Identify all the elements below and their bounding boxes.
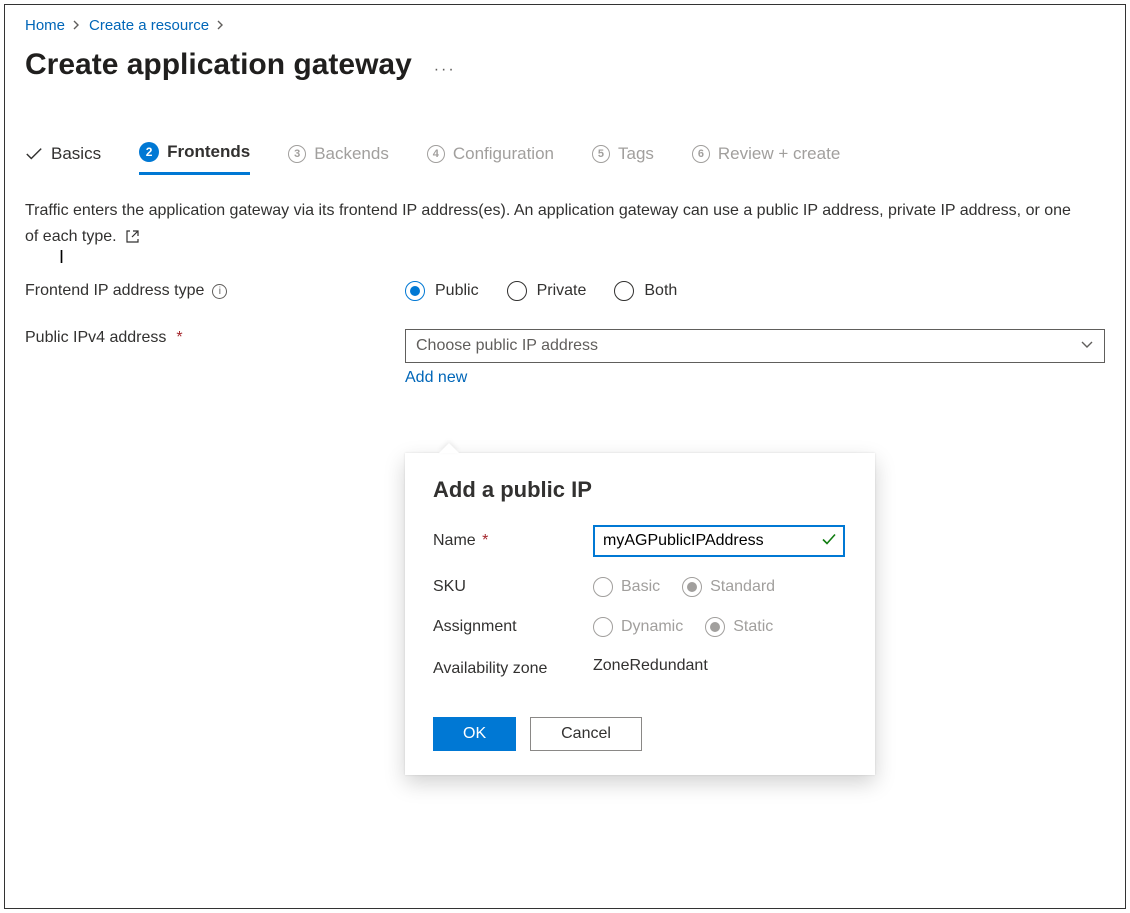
wizard-tabs: Basics 2 Frontends 3 Backends 4 Configur… (25, 142, 1105, 176)
radio-assignment-dynamic: Dynamic (593, 617, 683, 637)
text-cursor-icon: I (59, 247, 64, 268)
assignment-label: Assignment (433, 618, 593, 636)
name-input[interactable] (593, 525, 845, 557)
public-ipv4-label: Public IPv4 address* (25, 329, 405, 347)
sku-label: SKU (433, 578, 593, 596)
tab-review-create[interactable]: 6 Review + create (692, 142, 840, 175)
ok-button[interactable]: OK (433, 717, 516, 751)
tab-description: Traffic enters the application gateway v… (25, 198, 1085, 249)
checkmark-icon (821, 533, 837, 550)
step-number-icon: 4 (427, 145, 445, 163)
radio-sku-basic: Basic (593, 577, 660, 597)
external-link-icon[interactable] (125, 229, 140, 244)
availability-zone-label: Availability zone (433, 657, 593, 681)
radio-icon (682, 577, 702, 597)
tab-label: Configuration (453, 144, 554, 164)
chevron-right-icon (73, 18, 81, 33)
callout-title: Add a public IP (433, 477, 847, 503)
chevron-right-icon (217, 18, 225, 33)
add-new-link[interactable]: Add new (405, 369, 467, 387)
radio-sku-standard: Standard (682, 577, 775, 597)
tab-backends[interactable]: 3 Backends (288, 142, 389, 175)
radio-icon (405, 281, 425, 301)
tab-label: Basics (51, 144, 101, 164)
step-number-icon: 2 (139, 142, 159, 162)
page-title: Create application gateway (25, 48, 412, 82)
radio-icon (614, 281, 634, 301)
name-label: Name * (433, 532, 593, 550)
tab-tags[interactable]: 5 Tags (592, 142, 654, 175)
radio-icon (507, 281, 527, 301)
assignment-radio-group: Dynamic Static (593, 617, 773, 637)
frontend-ip-type-label: Frontend IP address type i (25, 282, 405, 300)
radio-public[interactable]: Public (405, 281, 479, 301)
info-icon[interactable]: i (212, 284, 227, 299)
step-number-icon: 5 (592, 145, 610, 163)
breadcrumb-create-resource[interactable]: Create a resource (89, 17, 209, 34)
radio-icon (593, 577, 613, 597)
radio-icon (705, 617, 725, 637)
chevron-down-icon (1080, 337, 1094, 355)
more-actions-icon[interactable]: ··· (434, 61, 456, 79)
sku-radio-group: Basic Standard (593, 577, 775, 597)
tab-frontends[interactable]: 2 Frontends (139, 142, 250, 175)
tab-label: Frontends (167, 142, 250, 162)
cancel-button[interactable]: Cancel (530, 717, 642, 751)
radio-private[interactable]: Private (507, 281, 587, 301)
tab-label: Tags (618, 144, 654, 164)
radio-both[interactable]: Both (614, 281, 677, 301)
tab-basics[interactable]: Basics (25, 142, 101, 175)
tab-label: Review + create (718, 144, 840, 164)
tab-configuration[interactable]: 4 Configuration (427, 142, 554, 175)
breadcrumb-home[interactable]: Home (25, 17, 65, 34)
radio-assignment-static: Static (705, 617, 773, 637)
tab-label: Backends (314, 144, 389, 164)
radio-icon (593, 617, 613, 637)
step-number-icon: 6 (692, 145, 710, 163)
breadcrumb: Home Create a resource (25, 17, 1105, 34)
frontend-ip-type-radio-group: Public Private Both (405, 281, 677, 301)
add-public-ip-callout: Add a public IP Name * SKU Basic (405, 453, 875, 775)
public-ip-select[interactable]: Choose public IP address (405, 329, 1105, 363)
step-number-icon: 3 (288, 145, 306, 163)
availability-zone-value: ZoneRedundant (593, 657, 847, 675)
select-placeholder: Choose public IP address (416, 337, 598, 355)
checkmark-icon (25, 145, 43, 163)
